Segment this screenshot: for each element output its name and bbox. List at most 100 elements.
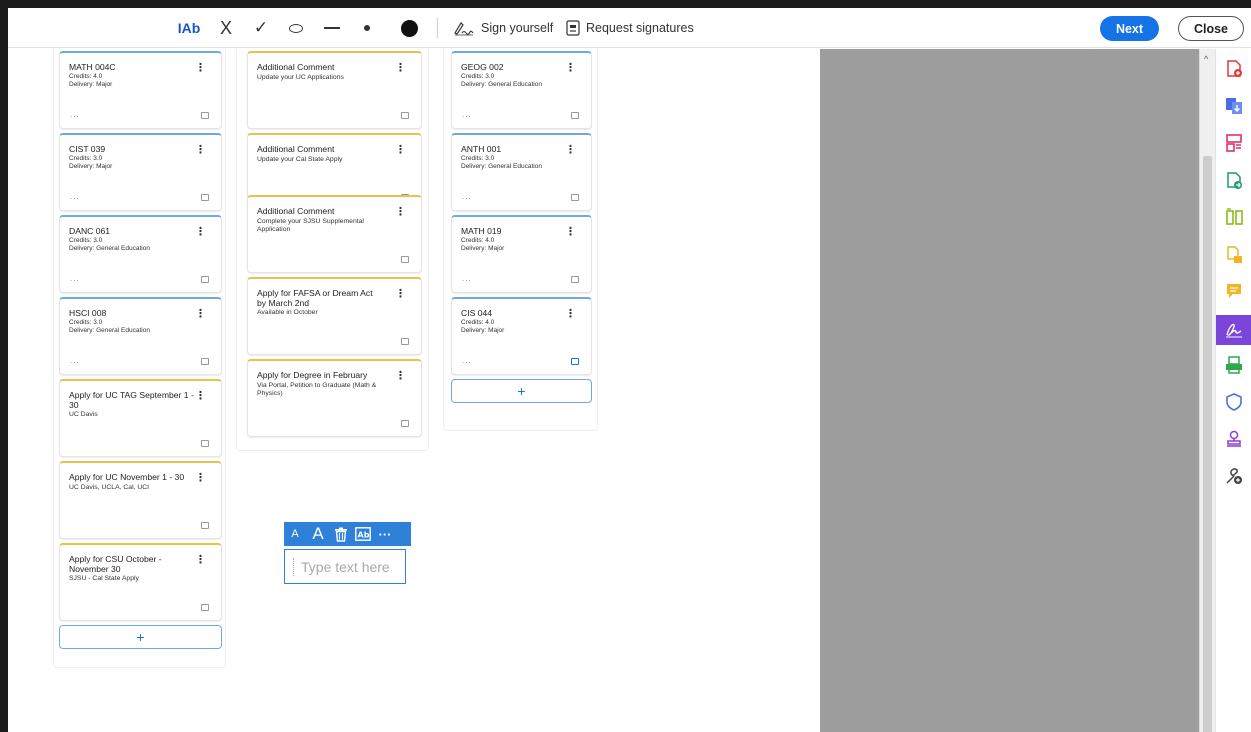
note-icon[interactable] — [401, 256, 409, 263]
card-subtitle: Complete your SJSU Supplemental Applicat… — [257, 217, 364, 233]
card-menu-icon[interactable]: ⋮ — [395, 371, 406, 382]
course-card[interactable]: CIST 039 Credits: 3.0 Delivery: Major ⋮... — [59, 133, 222, 211]
card-title: Additional Comment Complete your SJSU Sup… — [257, 206, 382, 234]
card-menu-icon[interactable]: ⋮ — [195, 555, 206, 566]
note-icon[interactable] — [571, 358, 579, 365]
card-subtitle: UC Davis, UCLA, Cal, UCI — [69, 483, 150, 491]
line-tool[interactable] — [322, 8, 342, 48]
task-card[interactable]: Additional Comment Update your UC Applica… — [247, 51, 422, 129]
card-delivery: Delivery: General Education — [461, 80, 542, 88]
card-menu-icon[interactable]: ⋮ — [395, 289, 406, 300]
add-text-tool[interactable]: IAb — [174, 8, 204, 48]
scan-ocr-icon[interactable] — [1224, 355, 1244, 375]
card-ellipsis: ... — [70, 274, 80, 283]
course-card[interactable]: HSCI 008 Credits: 3.0 Delivery: General Ed… — [59, 297, 222, 375]
card-menu-icon[interactable]: ⋮ — [195, 145, 206, 156]
export-pdf-icon[interactable] — [1224, 96, 1244, 116]
task-card[interactable]: Apply for Degree in February Via Portal, … — [247, 359, 422, 437]
course-card[interactable]: DANC 061 Credits: 3.0 Delivery: General Ed… — [59, 215, 222, 293]
stamp-icon[interactable] — [1224, 429, 1244, 449]
small-dot-icon — [364, 25, 370, 31]
card-ellipsis: ... — [462, 274, 472, 283]
trash-icon — [335, 527, 347, 542]
note-icon[interactable] — [571, 194, 579, 201]
scrollbar-thumb[interactable] — [1203, 156, 1212, 732]
note-icon[interactable] — [201, 358, 209, 365]
text-caret — [293, 558, 294, 576]
note-icon[interactable] — [201, 194, 209, 201]
card-credits: Credits: 4.0 — [69, 72, 103, 80]
note-icon[interactable] — [201, 522, 209, 529]
course-card[interactable]: MATH 004C Credits: 4.0 Delivery: Major ⋮... — [59, 51, 222, 129]
task-card[interactable]: Apply for FAFSA or Dream Act by March 2n… — [247, 277, 422, 355]
card-menu-icon[interactable]: ⋮ — [395, 207, 406, 218]
note-icon[interactable] — [201, 112, 209, 119]
card-menu-icon[interactable]: ⋮ — [195, 63, 206, 74]
more-options-button[interactable]: ··· — [374, 527, 396, 542]
compare-files-icon[interactable] — [1224, 207, 1244, 227]
card-title-text: Apply for FAFSA or Dream Act by March 2n… — [257, 288, 373, 308]
note-icon[interactable] — [201, 276, 209, 283]
text-field-type-button[interactable]: Ab — [352, 527, 374, 541]
course-card[interactable]: ANTH 001 Credits: 3.0 Delivery: General Ed… — [451, 133, 592, 211]
card-menu-icon[interactable]: ⋮ — [565, 309, 576, 320]
request-signatures-button[interactable]: Request signatures — [566, 8, 694, 48]
card-menu-icon[interactable]: ⋮ — [195, 391, 206, 402]
combine-files-icon[interactable] — [1224, 245, 1244, 265]
note-icon[interactable] — [201, 604, 209, 611]
course-card[interactable]: MATH 019 Credits: 4.0 Delivery: Major ⋮... — [451, 215, 592, 293]
organize-pages-icon[interactable] — [1224, 133, 1244, 153]
cross-mark-tool[interactable]: X — [216, 8, 236, 48]
note-icon[interactable] — [201, 440, 209, 447]
card-delivery: Delivery: Major — [461, 244, 505, 252]
delete-button[interactable] — [330, 527, 352, 542]
task-card[interactable]: Additional Comment Complete your SJSU Sup… — [247, 195, 422, 273]
ellipse-tool[interactable] — [286, 8, 306, 48]
card-menu-icon[interactable]: ⋮ — [395, 145, 406, 156]
create-pdf-icon[interactable] — [1224, 59, 1244, 79]
course-card[interactable]: CIS 044 Credits: 4.0 Delivery: Major ⋮... — [451, 297, 592, 375]
card-title-text: Apply for UC TAG September 1 - 30 — [69, 390, 194, 410]
card-menu-icon[interactable]: ⋮ — [195, 473, 206, 484]
card-menu-icon[interactable]: ⋮ — [395, 63, 406, 74]
color-picker[interactable] — [398, 8, 420, 48]
comment-icon[interactable] — [1224, 281, 1244, 301]
card-menu-icon[interactable]: ⋮ — [565, 145, 576, 156]
protect-shield-icon[interactable] — [1224, 392, 1244, 412]
card-credits: Credits: 3.0 — [69, 236, 103, 244]
tools-rail — [1215, 49, 1251, 732]
card-delivery: Delivery: Major — [69, 162, 113, 170]
checkmark-tool[interactable]: ✓ — [251, 8, 271, 48]
card-title: Additional Comment Update your Cal State … — [257, 144, 382, 164]
note-icon[interactable] — [401, 420, 409, 427]
note-icon[interactable] — [571, 112, 579, 119]
card-subtitle: Update your UC Applications — [257, 73, 344, 81]
card-delivery: Delivery: General Education — [461, 162, 542, 170]
card-menu-icon[interactable]: ⋮ — [565, 63, 576, 74]
text-input-box[interactable]: Type text here — [284, 549, 406, 584]
increase-font-size-button[interactable]: A — [306, 524, 330, 544]
more-tools-icon[interactable] — [1224, 466, 1244, 486]
card-ellipsis: ... — [462, 110, 472, 119]
sign-yourself-button[interactable]: Sign yourself — [453, 8, 553, 48]
task-card[interactable]: Apply for UC TAG September 1 - 30 UC Davi… — [59, 379, 222, 457]
task-card[interactable]: Apply for CSU October - November 30 SJSU … — [59, 543, 222, 621]
note-icon[interactable] — [401, 338, 409, 345]
card-menu-icon[interactable]: ⋮ — [565, 227, 576, 238]
course-card[interactable]: GEOG 002 Credits: 3.0 Delivery: General Ed… — [451, 51, 592, 129]
scroll-up-icon[interactable]: ^ — [1204, 54, 1208, 64]
close-button[interactable]: Close — [1178, 16, 1244, 41]
add-card-button[interactable]: + — [59, 625, 222, 649]
fill-and-sign-icon[interactable] — [1216, 315, 1251, 345]
add-card-button[interactable]: + — [451, 379, 592, 403]
card-menu-icon[interactable]: ⋮ — [195, 309, 206, 320]
card-menu-icon[interactable]: ⋮ — [195, 227, 206, 238]
next-button[interactable]: Next — [1100, 16, 1159, 41]
edit-pdf-icon[interactable] — [1224, 171, 1244, 191]
note-icon[interactable] — [571, 276, 579, 283]
vertical-scrollbar[interactable]: ^ — [1199, 49, 1215, 732]
decrease-font-size-button[interactable]: A — [284, 528, 306, 540]
task-card[interactable]: Apply for UC November 1 - 30 UC Davis, UC… — [59, 461, 222, 539]
dot-tool[interactable] — [361, 8, 373, 48]
note-icon[interactable] — [401, 112, 409, 119]
